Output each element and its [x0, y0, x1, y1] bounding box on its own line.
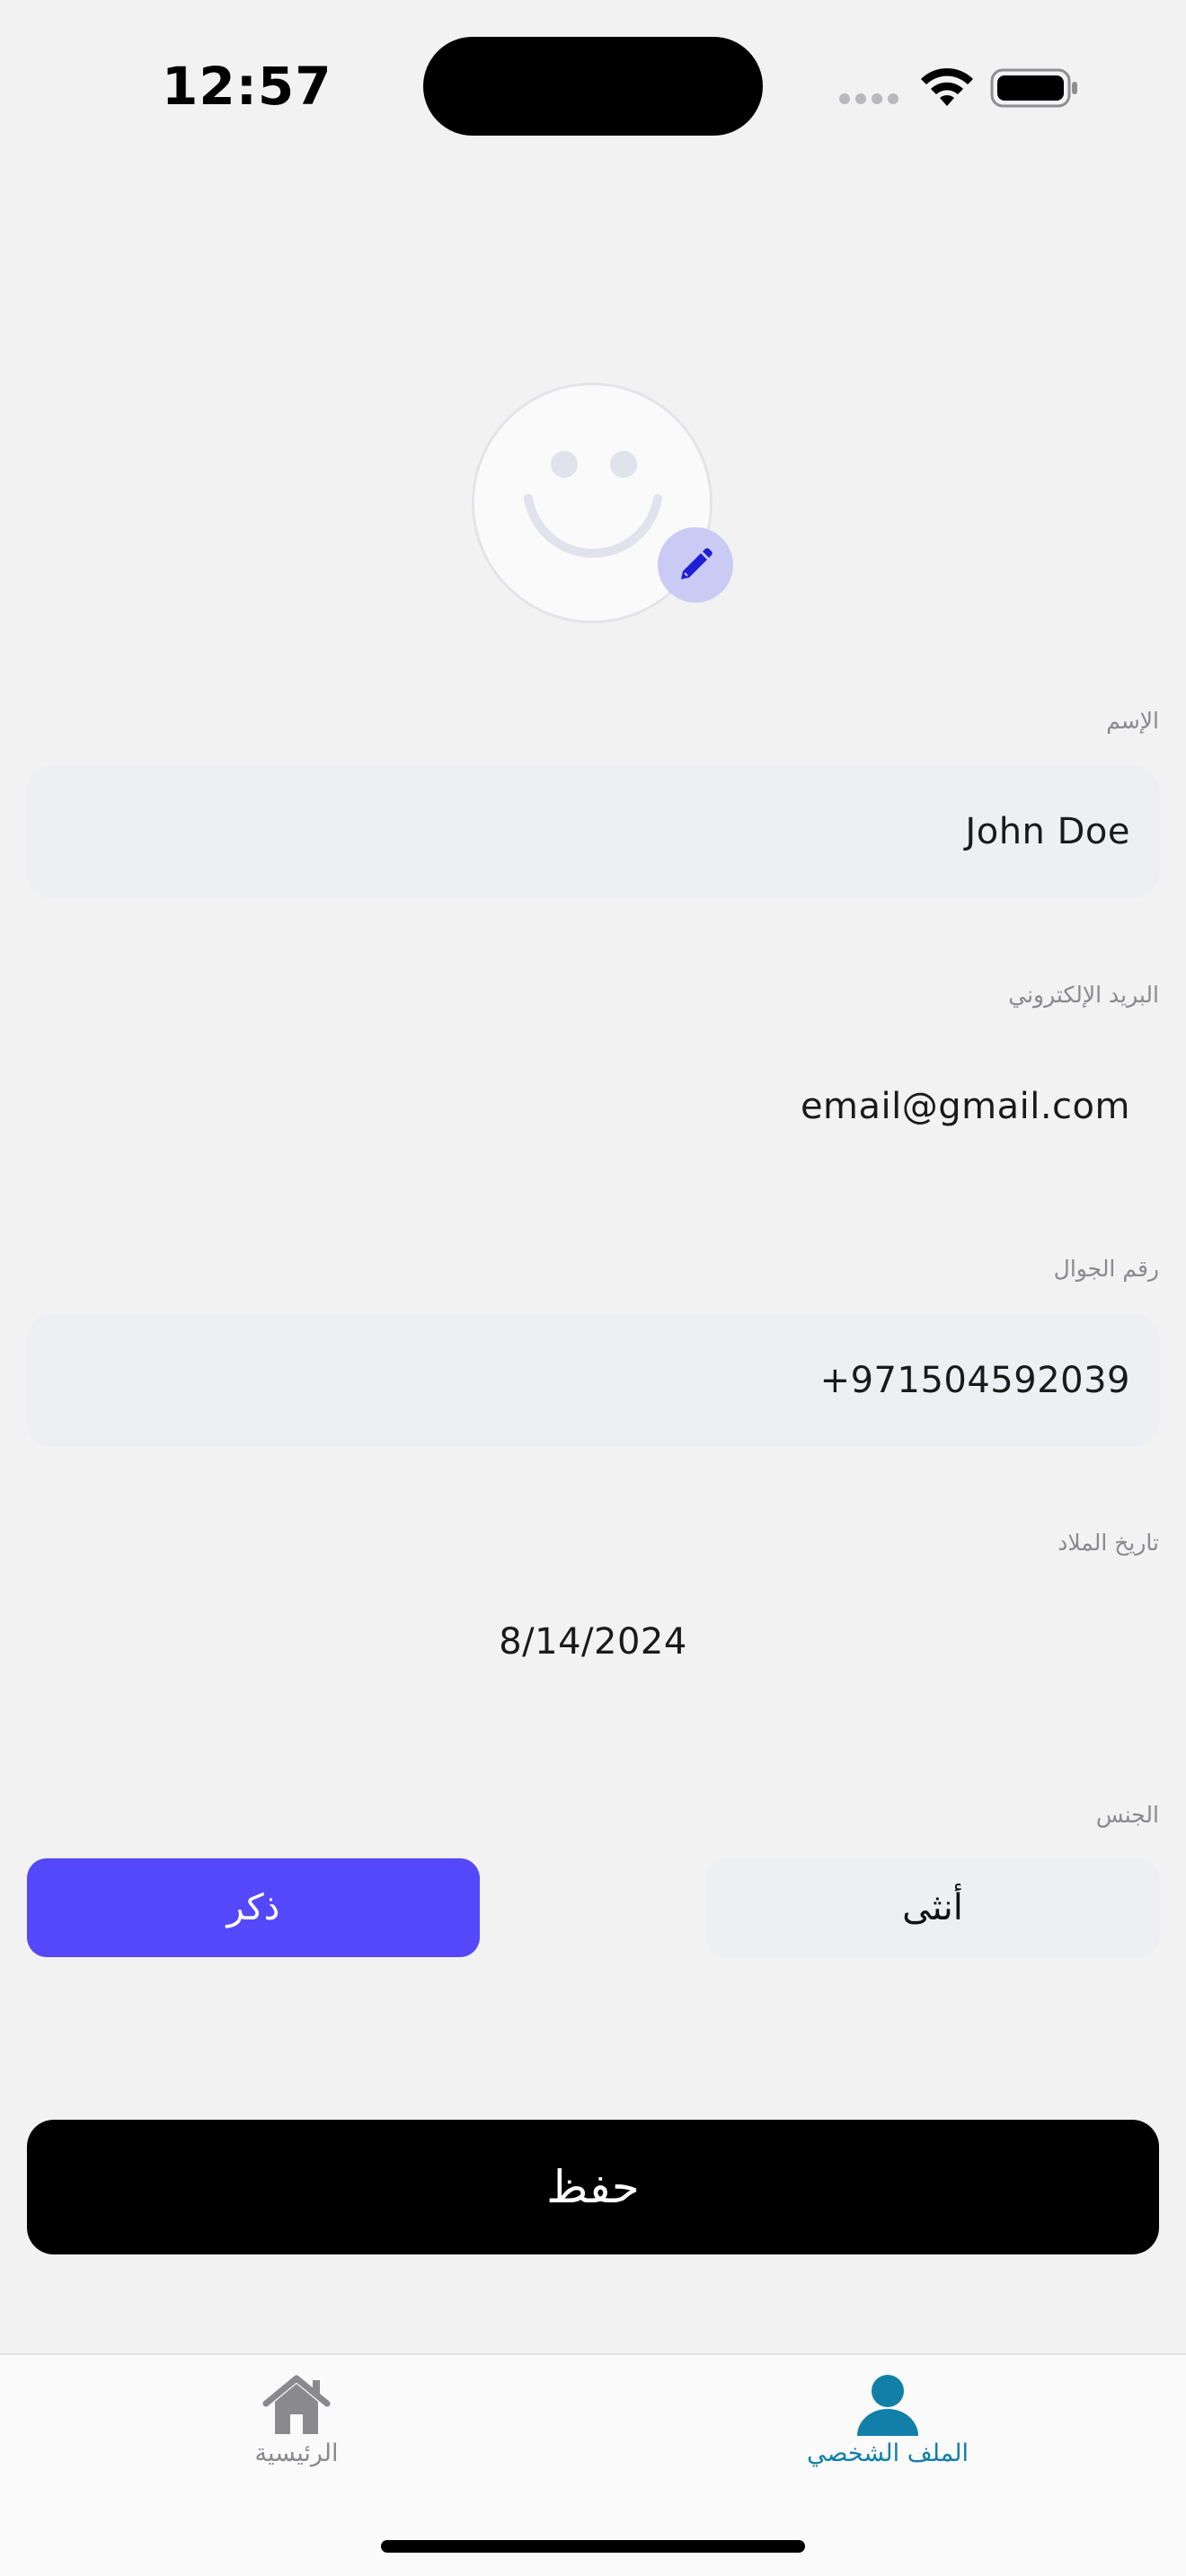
home-icon: [262, 2375, 331, 2434]
wifi-icon: [921, 67, 973, 106]
tab-home-label: الرئيسية: [254, 2439, 339, 2467]
email-field[interactable]: email@gmail.com: [27, 1040, 1159, 1173]
status-time: 12:57: [162, 56, 332, 117]
person-icon: [857, 2375, 918, 2436]
edit-avatar-button[interactable]: [658, 527, 733, 603]
pencil-icon: [681, 548, 712, 579]
save-button[interactable]: حفظ: [27, 2120, 1159, 2254]
name-label: الإسم: [1106, 708, 1159, 734]
battery-icon: [990, 68, 1077, 108]
tab-home[interactable]: الرئيسية: [162, 2373, 431, 2490]
email-label: البريد الإلكتروني: [1008, 982, 1159, 1008]
birthdate-field[interactable]: 8/14/2024: [27, 1575, 1159, 1708]
home-indicator[interactable]: [381, 2540, 805, 2553]
dynamic-island: [423, 37, 763, 136]
cellular-signal-icon: [839, 93, 902, 106]
gender-option-female[interactable]: أنثى: [706, 1858, 1159, 1957]
gender-label: الجنس: [1095, 1802, 1159, 1828]
phone-label: رقم الجوال: [1053, 1256, 1159, 1282]
name-field[interactable]: John Doe: [27, 765, 1159, 898]
phone-field[interactable]: +971504592039: [27, 1314, 1159, 1447]
birthdate-label: تاريخ الملاد: [1058, 1530, 1159, 1556]
tab-profile-label: الملف الشخصي: [807, 2439, 969, 2467]
gender-option-male[interactable]: ذكر: [27, 1858, 480, 1957]
tab-profile[interactable]: الملف الشخصي: [753, 2373, 1022, 2490]
